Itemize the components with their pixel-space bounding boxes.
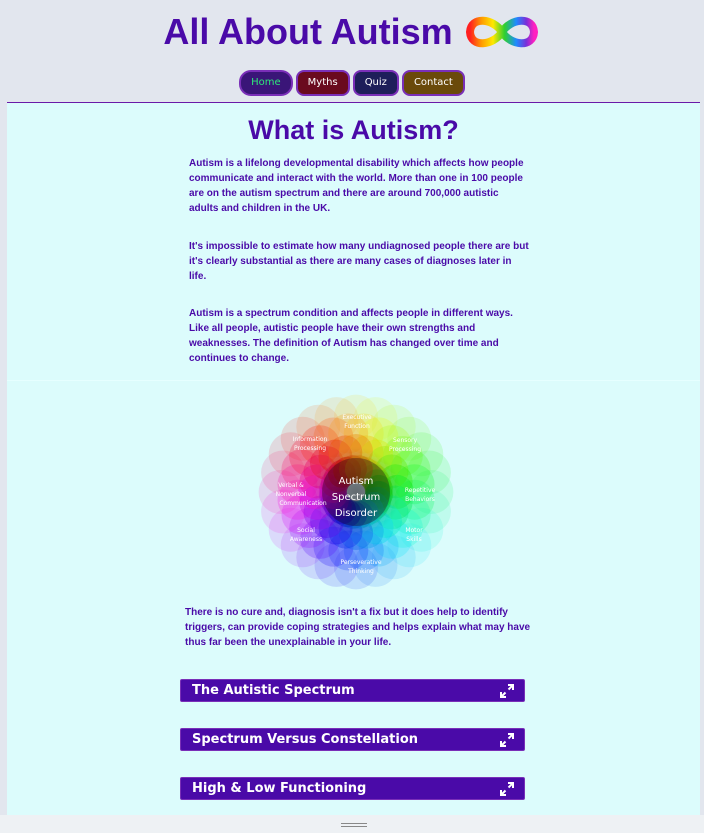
- intro-paragraph-2: It's impossible to estimate how many und…: [189, 241, 529, 282]
- petal-label-sensory-2: Processing: [389, 446, 421, 453]
- petal-label-perseverative-2: Thinking: [347, 568, 374, 575]
- expand-icon[interactable]: [500, 684, 514, 698]
- petal-label-executive-2: Function: [344, 423, 370, 430]
- expand-icon[interactable]: [500, 782, 514, 796]
- petal-label-verbal-3: Communication: [279, 500, 326, 507]
- petal-label-perseverative-1: Perseverative: [340, 559, 381, 566]
- petal-label-repetitive-1: Repetitive: [405, 487, 436, 494]
- intro-paragraph-3: Autism is a spectrum condition and affec…: [189, 308, 513, 364]
- diagram-center-line-1: Autism: [339, 476, 374, 487]
- site-title-row: All About Autism: [0, 8, 704, 56]
- petal-label-social-2: Awareness: [290, 536, 322, 543]
- nav-quiz[interactable]: Quiz: [352, 70, 399, 96]
- accordion-spectrum-vs-constellation[interactable]: Spectrum Versus Constellation: [180, 728, 525, 751]
- petal-label-repetitive-2: Behaviors: [405, 496, 435, 503]
- resize-grip-icon[interactable]: [341, 823, 367, 828]
- main-nav: Home Myths Quiz Contact: [0, 70, 704, 96]
- petal-label-motor-2: Skills: [406, 536, 421, 543]
- petal-label-sensory-1: Sensory: [393, 437, 418, 444]
- diagnosis-paragraph: There is no cure and, diagnosis isn't a …: [185, 607, 531, 648]
- accordion-label: High & Low Functioning: [192, 781, 367, 796]
- autism-spectrum-diagram: Autism Spectrum Disorder Executive Funct…: [256, 392, 456, 592]
- accordion-label: The Autistic Spectrum: [192, 683, 355, 698]
- petal-label-motor-1: Motor: [405, 527, 423, 534]
- infinity-rainbow-icon: [465, 16, 538, 48]
- petal-label-verbal-2: Nonverbal: [276, 491, 307, 498]
- accordion-autistic-spectrum[interactable]: The Autistic Spectrum: [180, 679, 525, 702]
- intro-paragraph-1: Autism is a lifelong developmental disab…: [189, 158, 524, 214]
- petal-label-social-1: Social: [297, 527, 315, 534]
- diagram-center-line-3: Disorder: [335, 508, 378, 519]
- site-title: All About Autism: [163, 11, 453, 52]
- accordion-label: Spectrum Versus Constellation: [192, 732, 419, 747]
- window-bottom-bar: [0, 815, 704, 833]
- section-divider: [7, 380, 700, 381]
- expand-icon[interactable]: [500, 733, 514, 747]
- petal-label-information-1: Information: [293, 436, 328, 443]
- nav-myths[interactable]: Myths: [295, 70, 350, 96]
- nav-contact[interactable]: Contact: [401, 70, 465, 96]
- petal-label-information-2: Processing: [294, 445, 326, 452]
- main-content: What is Autism? Autism is a lifelong dev…: [7, 103, 700, 815]
- petal-label-verbal-1: Verbal &: [278, 482, 304, 489]
- accordion-high-low-functioning[interactable]: High & Low Functioning: [180, 777, 525, 800]
- page-title: What is Autism?: [248, 115, 459, 145]
- petal-label-executive-1: Executive: [342, 414, 372, 421]
- diagram-center-line-2: Spectrum: [332, 492, 380, 503]
- nav-home[interactable]: Home: [239, 70, 293, 96]
- site-header: All About Autism Home Myths Quiz Contact: [0, 0, 704, 103]
